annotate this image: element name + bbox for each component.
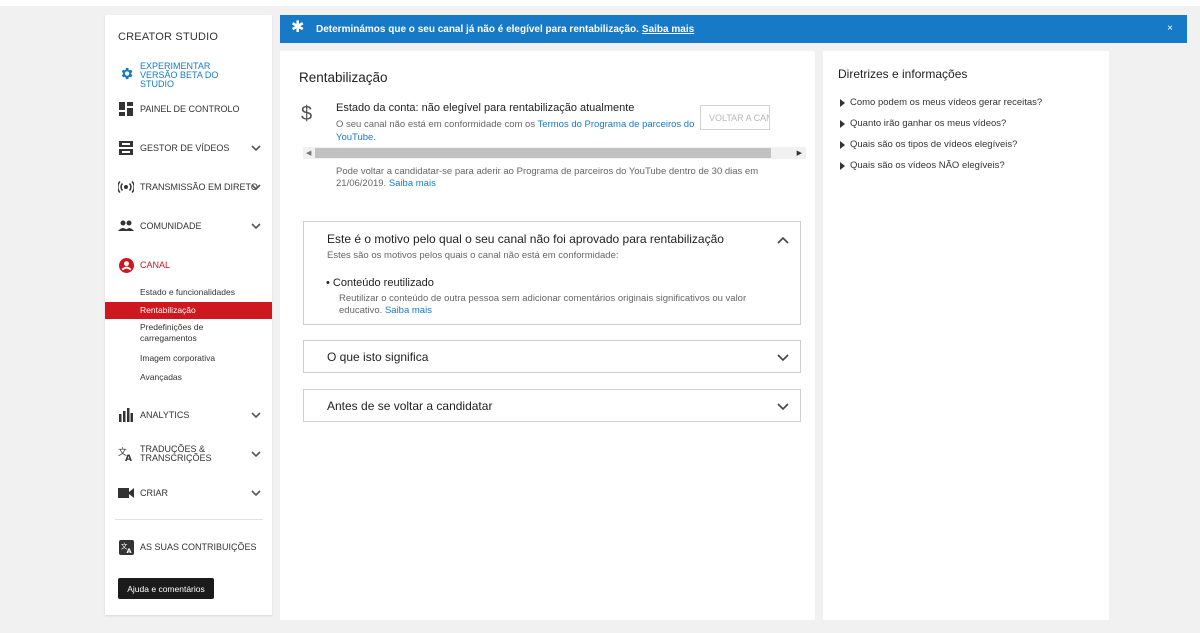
guideline-link[interactable]: Como podem os meus vídeos gerar receitas… (840, 97, 1042, 108)
chevron-up-icon[interactable] (777, 236, 789, 244)
dollar-icon: $ (301, 103, 313, 125)
sidebar-subitem-label: Rentabilização (140, 305, 196, 315)
translate-icon: 文A (118, 446, 134, 462)
sidebar-subitem-upload-defaults[interactable]: Predefinições de carregamentos (140, 322, 240, 344)
chevron-down-icon[interactable] (251, 143, 261, 153)
sidebar-item-label: TRANSMISSÃO EM DIRETO (140, 182, 258, 192)
guideline-link[interactable]: Quais são os tipos de vídeos elegíveis? (840, 139, 1017, 150)
reapply-button[interactable]: VOLTAR A CANDIDATAR (700, 105, 770, 130)
video-camera-icon (118, 485, 134, 501)
channel-icon (118, 257, 134, 273)
banner-text: Determinámos que o seu canal já não é el… (316, 24, 639, 35)
accordion-reason: Este é o motivo pelo qual o seu canal nã… (303, 221, 801, 325)
chevron-down-icon[interactable] (777, 354, 789, 362)
accordion-title[interactable]: Este é o motivo pelo qual o seu canal nã… (327, 232, 724, 246)
guideline-link[interactable]: Quais são os vídeos NÃO elegíveis? (840, 160, 1005, 171)
accordion-meaning[interactable]: O que isto significa (303, 340, 801, 373)
reason-description: Reutilizar o conteúdo de outra pessoa se… (339, 293, 789, 317)
sidebar-subitem-branding[interactable]: Imagem corporativa (140, 353, 215, 364)
chevron-down-icon[interactable] (777, 403, 789, 411)
sidebar-item-analytics[interactable]: ANALYTICS (105, 407, 272, 423)
sidebar-divider (115, 519, 263, 520)
banner-message: Determinámos que o seu canal já não é el… (316, 24, 694, 35)
guidelines-panel: Diretrizes e informações Como podem os m… (823, 51, 1109, 620)
scroll-left-icon[interactable]: ◀ (306, 149, 311, 157)
sidebar-item-translations[interactable]: 文A TRADUÇÕES & TRANSCRIÇÕES (105, 444, 272, 464)
accordion-subtitle: Estes são os motivos pelos quais o canal… (327, 250, 619, 261)
guideline-link[interactable]: Quanto irão ganhar os meus vídeos? (840, 118, 1006, 129)
ineligible-banner: ✱ Determinámos que o seu canal já não é … (280, 15, 1187, 43)
triangle-right-icon (840, 98, 845, 107)
sidebar-item-video-manager[interactable]: GESTOR DE VÍDEOS (105, 140, 272, 156)
chevron-down-icon[interactable] (251, 449, 261, 459)
sidebar-subitem-monetization[interactable]: Rentabilização (105, 302, 272, 319)
star-icon: ✱ (291, 19, 305, 36)
chevron-down-icon[interactable] (251, 221, 261, 231)
horizontal-scrollbar[interactable]: ◀ ▶ (303, 147, 806, 159)
reason-learn-more-link[interactable]: Saiba mais (385, 305, 432, 316)
reason-title: Conteúdo reutilizado (332, 277, 434, 289)
live-icon (118, 179, 134, 195)
dashboard-icon (118, 101, 134, 117)
video-manager-icon (118, 140, 134, 156)
chevron-down-icon[interactable] (251, 182, 261, 192)
top-strip (0, 0, 1200, 6)
sidebar-item-label: COMUNIDADE (140, 221, 202, 231)
sidebar-item-create[interactable]: CRIAR (105, 485, 272, 501)
close-icon[interactable]: × (1167, 23, 1173, 34)
reason-item: • Conteúdo reutilizado (326, 277, 434, 289)
triangle-right-icon (840, 140, 845, 149)
sidebar-item-contributions[interactable]: 文A AS SUAS CONTRIBUIÇÕES (105, 539, 272, 555)
sidebar-item-community[interactable]: COMUNIDADE (105, 218, 272, 234)
account-desc-end: . (373, 132, 376, 143)
reapply-note: Pode voltar a candidatar-se para aderir … (336, 166, 796, 190)
chevron-down-icon[interactable] (251, 410, 261, 420)
community-icon (118, 218, 134, 234)
analytics-icon (118, 407, 134, 423)
scrollbar-thumb[interactable] (315, 148, 771, 158)
sidebar-item-label: PAINEL DE CONTROLO (140, 104, 240, 114)
banner-learn-more-link[interactable]: Saiba mais (642, 24, 694, 35)
svg-text:A: A (125, 454, 132, 462)
chevron-down-icon[interactable] (251, 488, 261, 498)
accordion-before-reapply[interactable]: Antes de se voltar a candidatar (303, 389, 801, 422)
sidebar-item-live[interactable]: TRANSMISSÃO EM DIRETO (105, 179, 272, 195)
account-description: O seu canal não está em conformidade com… (336, 118, 706, 144)
guideline-link-text: Quais são os vídeos NÃO elegíveis? (850, 160, 1005, 171)
sidebar-item-label: ANALYTICS (140, 410, 190, 420)
account-status: Estado da conta: não elegível para renta… (336, 102, 635, 114)
sidebar-item-label: CRIAR (140, 488, 169, 498)
sidebar-item-beta[interactable]: EXPERIMENTAR VERSÃO BETA DO STUDIO (105, 62, 272, 89)
guidelines-title: Diretrizes e informações (838, 67, 968, 81)
sidebar-item-label: EXPERIMENTAR VERSÃO BETA DO STUDIO (140, 61, 219, 89)
reapply-learn-more-link[interactable]: Saiba mais (389, 178, 436, 189)
scroll-right-icon[interactable]: ▶ (797, 149, 802, 157)
help-feedback-button[interactable]: Ajuda e comentários (118, 578, 214, 599)
translate-icon: 文A (118, 539, 134, 555)
accordion-title[interactable]: Antes de se voltar a candidatar (327, 399, 492, 413)
sidebar-title: CREATOR STUDIO (118, 31, 219, 43)
sidebar-item-label: GESTOR DE VÍDEOS (140, 143, 230, 153)
sidebar-subitem-advanced[interactable]: Avançadas (140, 372, 182, 383)
sidebar: CREATOR STUDIO EXPERIMENTAR VERSÃO BETA … (105, 15, 272, 615)
accordion-title[interactable]: O que isto significa (327, 350, 428, 364)
guideline-link-text: Quanto irão ganhar os meus vídeos? (850, 118, 1007, 129)
sidebar-item-label: AS SUAS CONTRIBUIÇÕES (140, 542, 257, 552)
triangle-right-icon (840, 119, 845, 128)
monetization-panel: Rentabilização $ Estado da conta: não el… (280, 51, 815, 620)
sidebar-item-label: TRADUÇÕES & TRANSCRIÇÕES (140, 444, 212, 463)
guideline-link-text: Como podem os meus vídeos gerar receitas… (850, 97, 1043, 108)
account-desc-text: O seu canal não está em conformidade com… (336, 119, 536, 130)
guideline-link-text: Quais são os tipos de vídeos elegíveis? (850, 139, 1018, 150)
sidebar-item-channel[interactable]: CANAL (105, 257, 272, 273)
triangle-right-icon (840, 161, 845, 170)
gear-icon (118, 65, 134, 81)
page-title: Rentabilização (299, 70, 388, 85)
sidebar-item-dashboard[interactable]: PAINEL DE CONTROLO (105, 101, 272, 117)
sidebar-subitem-status[interactable]: Estado e funcionalidades (140, 287, 235, 298)
sidebar-item-label: CANAL (140, 260, 171, 270)
